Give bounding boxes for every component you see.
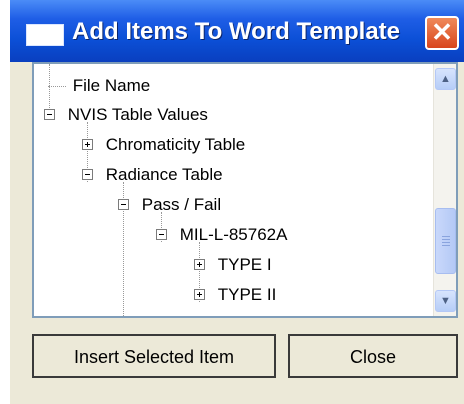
grip-line <box>442 239 450 240</box>
tree-item-mil-l-85762a[interactable]: MIL-L-85762A <box>156 222 287 248</box>
close-window-button[interactable]: ✕ <box>425 16 459 50</box>
tree-item-label: File Name <box>72 76 151 95</box>
tree-item-label: TYPE II <box>217 285 277 304</box>
tree-item-label: Chromaticity Table <box>105 135 246 154</box>
window-icon <box>26 24 64 46</box>
tree-item-nvis-table-values[interactable]: NVIS Table Values <box>44 102 208 128</box>
plus-box-icon[interactable] <box>82 138 93 150</box>
minus-box-icon[interactable] <box>118 198 129 210</box>
minus-box-icon[interactable] <box>156 228 167 240</box>
tree-item-type-i[interactable]: TYPE I <box>194 252 272 278</box>
scroll-up-button[interactable]: ▲ <box>435 68 456 90</box>
items-tree[interactable]: File Name NVIS Table Values Chromaticity… <box>32 62 458 318</box>
close-icon: ✕ <box>431 17 453 47</box>
scroll-down-button[interactable]: ▼ <box>435 290 456 312</box>
plus-box-icon[interactable] <box>194 258 205 270</box>
chevron-down-icon: ▼ <box>440 295 451 307</box>
grip-line <box>442 242 450 243</box>
tree-item-type-ii[interactable]: TYPE II <box>194 282 276 308</box>
tree-item-label: Radiance Table <box>105 165 223 184</box>
scrollbar-thumb[interactable] <box>435 208 456 274</box>
vertical-scrollbar[interactable]: ▲ ▼ <box>433 64 456 316</box>
title-bar[interactable]: Add Items To Word Template ✕ <box>10 0 464 62</box>
window-title: Add Items To Word Template <box>72 18 401 45</box>
close-button[interactable]: Close <box>288 334 458 378</box>
minus-box-icon[interactable] <box>44 108 55 120</box>
tree-item-label: Pass / Fail <box>141 195 222 214</box>
grip-line <box>442 236 450 237</box>
tree-item-label: MIL-L-85762A <box>179 225 288 244</box>
tree-item-label: NVIS Table Values <box>67 105 208 124</box>
tree-item-radiance-table[interactable]: Radiance Table <box>82 162 223 188</box>
insert-selected-item-button[interactable]: Insert Selected Item <box>32 334 276 378</box>
dialog-window: Add Items To Word Template ✕ File Name N… <box>10 0 464 404</box>
tree-item-chromaticity-table[interactable]: Chromaticity Table <box>82 132 245 158</box>
tree-item-label: TYPE I <box>217 255 272 274</box>
plus-box-icon[interactable] <box>194 288 205 300</box>
minus-box-icon[interactable] <box>82 168 93 180</box>
tree-item-pass-fail[interactable]: Pass / Fail <box>118 192 221 218</box>
tree-item-file-name[interactable]: File Name <box>48 73 150 99</box>
grip-line <box>442 245 450 246</box>
chevron-up-icon: ▲ <box>440 73 451 85</box>
tree-leaf-connector <box>48 85 66 88</box>
